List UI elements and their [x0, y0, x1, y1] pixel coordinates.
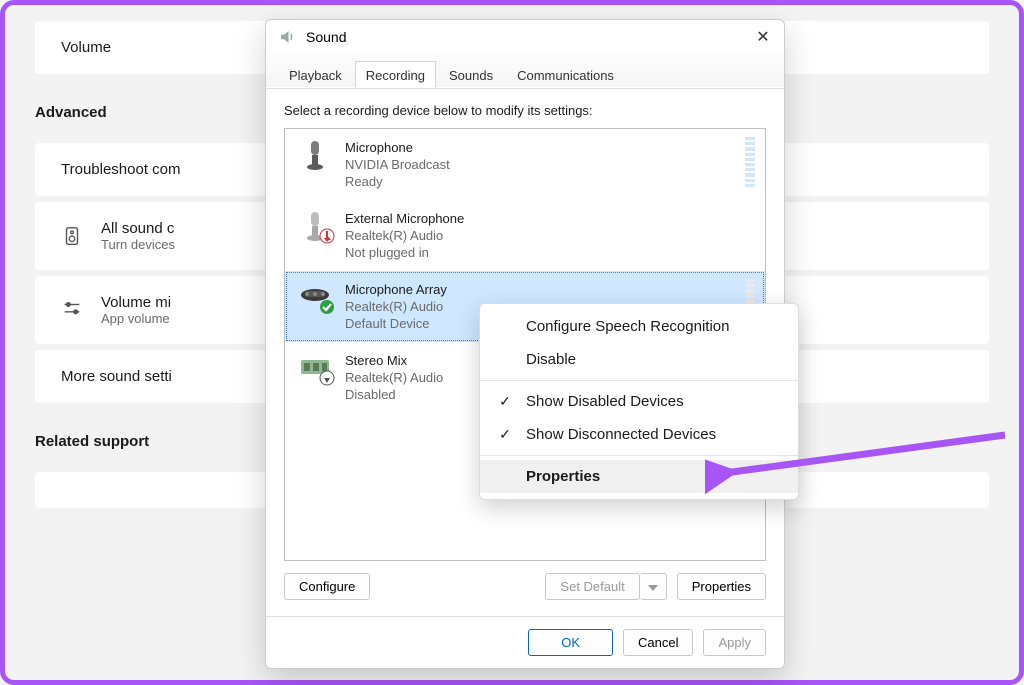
titlebar: Sound ✕ [266, 20, 784, 54]
device-name: External Microphone [345, 210, 464, 227]
ok-button[interactable]: OK [528, 629, 613, 656]
all-sound-sub: Turn devices [101, 237, 175, 252]
menu-label: Show Disabled Devices [526, 393, 684, 410]
tab-communications[interactable]: Communications [506, 61, 625, 88]
device-status: Ready [345, 173, 450, 190]
set-default-dropdown[interactable] [640, 573, 667, 600]
properties-button[interactable]: Properties [677, 573, 766, 600]
dialog-title: Sound [306, 29, 744, 45]
default-check-icon [319, 299, 335, 315]
set-default-split[interactable]: Set Default [545, 573, 666, 600]
volume-mixer-sub: App volume [101, 311, 171, 326]
close-button[interactable]: ✕ [754, 28, 772, 46]
device-status: Default Device [345, 315, 447, 332]
tab-strip: Playback Recording Sounds Communications [266, 54, 784, 89]
unplugged-overlay-icon [319, 228, 335, 244]
all-sound-title: All sound c [101, 220, 175, 237]
menu-label: Disable [526, 351, 576, 368]
chevron-down-icon [648, 585, 658, 591]
device-item[interactable]: Microphone NVIDIA Broadcast Ready [285, 129, 765, 200]
menu-disable[interactable]: Disable [480, 343, 798, 376]
level-meter [745, 137, 755, 187]
menu-separator [480, 380, 798, 381]
more-sound-label: More sound setti [61, 368, 172, 385]
menu-label: Properties [526, 468, 600, 485]
troubleshoot-label: Troubleshoot com [61, 161, 181, 178]
context-menu: Configure Speech Recognition Disable ✓ Sh… [479, 303, 799, 500]
device-status: Disabled [345, 386, 443, 403]
configure-button[interactable]: Configure [284, 573, 370, 600]
tab-playback[interactable]: Playback [278, 61, 353, 88]
device-buttons: Configure Set Default Properties [284, 561, 766, 606]
microphone-array-icon [297, 281, 333, 313]
device-driver: Realtek(R) Audio [345, 298, 447, 315]
menu-properties[interactable]: Properties [480, 460, 798, 493]
device-status: Not plugged in [345, 244, 464, 261]
disabled-overlay-icon [319, 370, 335, 386]
device-name: Stereo Mix [345, 352, 443, 369]
menu-separator [480, 455, 798, 456]
microphone-icon [297, 210, 333, 242]
instruction-text: Select a recording device below to modif… [284, 99, 766, 128]
device-name: Microphone [345, 139, 450, 156]
device-item[interactable]: External Microphone Realtek(R) Audio Not… [285, 200, 765, 271]
cancel-button[interactable]: Cancel [623, 629, 693, 656]
microphone-icon [297, 139, 333, 171]
menu-label: Show Disconnected Devices [526, 426, 716, 443]
menu-show-disconnected[interactable]: ✓ Show Disconnected Devices [480, 418, 798, 451]
mixer-icon [61, 299, 83, 321]
device-driver: Realtek(R) Audio [345, 227, 464, 244]
menu-label: Configure Speech Recognition [526, 318, 729, 335]
apply-button[interactable]: Apply [703, 629, 766, 656]
stereo-mix-icon [297, 352, 333, 384]
volume-label: Volume [61, 39, 111, 56]
tab-recording[interactable]: Recording [355, 61, 436, 88]
set-default-button[interactable]: Set Default [545, 573, 639, 600]
device-driver: NVIDIA Broadcast [345, 156, 450, 173]
menu-configure-speech[interactable]: Configure Speech Recognition [480, 310, 798, 343]
tab-sounds[interactable]: Sounds [438, 61, 504, 88]
menu-show-disabled[interactable]: ✓ Show Disabled Devices [480, 385, 798, 418]
sound-app-icon [278, 28, 296, 46]
check-icon: ✓ [496, 426, 514, 443]
speaker-icon [61, 225, 83, 247]
dialog-footer: OK Cancel Apply [266, 616, 784, 668]
volume-mixer-title: Volume mi [101, 294, 171, 311]
check-icon: ✓ [496, 393, 514, 410]
device-name: Microphone Array [345, 281, 447, 298]
device-driver: Realtek(R) Audio [345, 369, 443, 386]
